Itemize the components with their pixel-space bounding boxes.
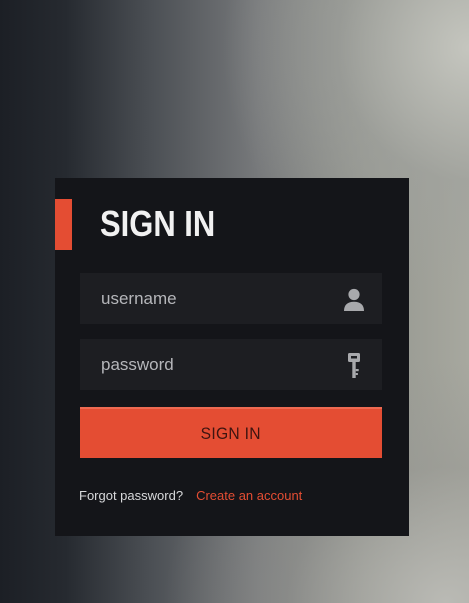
username-field-container	[80, 273, 382, 324]
sign-in-button-label: SIGN IN	[200, 423, 262, 443]
password-input[interactable]	[80, 339, 330, 390]
account-links: Forgot password? Create an account	[79, 487, 302, 505]
page-title: SIGN IN	[100, 203, 216, 244]
login-panel: SIGN IN SIGN IN Forgot password? Create a…	[55, 178, 409, 536]
forgot-password-link[interactable]: Forgot password?	[79, 488, 183, 503]
key-icon	[348, 353, 360, 378]
accent-bar	[55, 199, 72, 250]
sign-in-button[interactable]: SIGN IN	[80, 407, 382, 458]
create-account-link[interactable]: Create an account	[196, 488, 302, 503]
password-field-container	[80, 339, 382, 390]
username-input[interactable]	[80, 273, 330, 324]
user-icon	[344, 288, 364, 311]
